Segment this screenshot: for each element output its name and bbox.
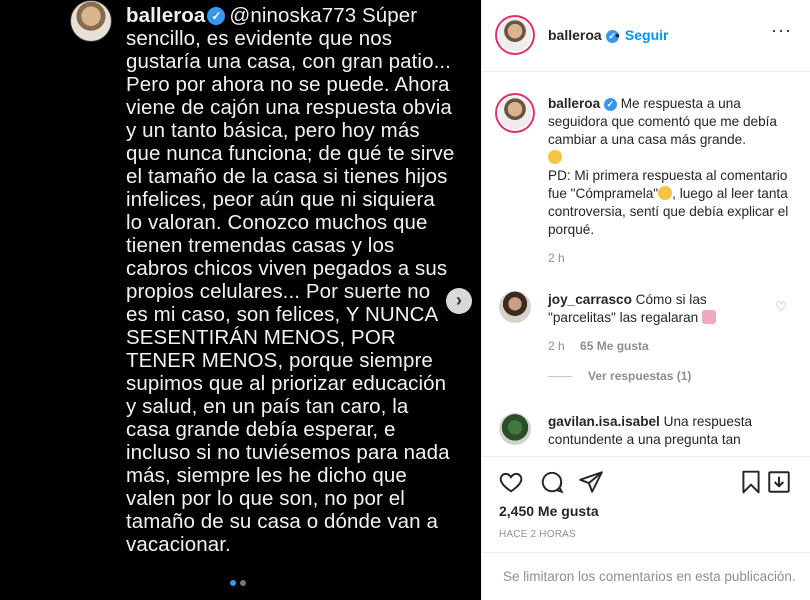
post-timestamp[interactable]: HACE 2 HORAS — [499, 529, 576, 540]
next-image-button[interactable]: › — [446, 288, 472, 314]
post-image[interactable]: balleroa ✓ @ninoska773 Súper sencillo, es … — [0, 0, 481, 600]
caption-time[interactable]: 2 h — [548, 251, 565, 265]
author-avatar[interactable] — [499, 19, 531, 51]
verified-badge-icon: ✓ — [207, 7, 226, 25]
comment-time[interactable]: 2 h — [548, 339, 565, 353]
commenter-avatar[interactable] — [499, 413, 531, 445]
view-replies-label[interactable]: Ver respuestas (1) — [588, 369, 691, 383]
commenter-avatar[interactable] — [499, 291, 531, 323]
more-options-icon[interactable]: ··· — [771, 20, 792, 41]
screenshot-body: @ninoska773 Súper sencillo, es evidente … — [126, 4, 455, 556]
caption-text: balleroa ✓ Me respuesta a una seguidora … — [548, 95, 799, 239]
post-sidebar: balleroa ✓ • Seguir ··· balleroa ✓ Me res… — [481, 0, 810, 600]
comments-limited-notice: Se limitaron los comentarios en esta pub… — [482, 552, 810, 600]
share-paper-plane-icon[interactable] — [578, 469, 604, 495]
comment-username[interactable]: joy_carrasco — [548, 292, 632, 307]
follow-area: • Seguir — [615, 27, 668, 43]
person-shrugging-emoji-icon — [701, 310, 716, 324]
follow-button[interactable]: Seguir — [625, 27, 669, 43]
post-header: balleroa ✓ • Seguir ··· — [482, 0, 810, 72]
comment-text: gavilan.isa.isabel Una respuesta contund… — [548, 413, 799, 449]
carousel-indicator — [230, 580, 246, 586]
thinking-face-emoji-icon — [548, 150, 562, 164]
separator-dot: • — [615, 27, 620, 43]
like-heart-icon[interactable] — [498, 469, 524, 495]
caption-avatar[interactable] — [499, 97, 531, 129]
save-bookmark-icon[interactable] — [738, 469, 764, 495]
caption-meta: 2 h — [548, 251, 799, 265]
action-bar — [482, 456, 810, 508]
grimacing-face-emoji-icon — [658, 186, 673, 200]
screenshot-comment: balleroa ✓ @ninoska773 Súper sencillo, es … — [70, 0, 465, 600]
caption: balleroa ✓ Me respuesta a una seguidora … — [499, 95, 799, 265]
carousel-dot-active — [230, 580, 236, 586]
like-comment-heart-icon[interactable]: ♡ — [775, 299, 787, 315]
avatar — [70, 0, 112, 42]
likes-count[interactable]: 2,450 Me gusta — [499, 503, 599, 519]
comment-likes[interactable]: 65 Me gusta — [580, 339, 649, 353]
comments-list[interactable]: balleroa ✓ Me respuesta a una seguidora … — [482, 73, 810, 463]
comment-item: joy_carrasco Cómo si las "parcelitas" la… — [499, 291, 799, 383]
comment-meta: 2 h 65 Me gusta — [548, 339, 799, 353]
replies-divider — [548, 375, 572, 377]
author-username[interactable]: balleroa ✓ — [548, 27, 619, 43]
author-username-text[interactable]: balleroa — [548, 27, 602, 43]
caption-username[interactable]: balleroa — [548, 96, 600, 111]
comment-bubble-icon[interactable] — [539, 469, 565, 495]
comment-username[interactable]: gavilan.isa.isabel — [548, 414, 660, 429]
download-icon[interactable] — [766, 469, 792, 495]
verified-badge-icon: ✓ — [603, 98, 617, 111]
comment-text: joy_carrasco Cómo si las "parcelitas" la… — [548, 291, 799, 327]
screenshot-username: balleroa — [126, 4, 206, 27]
carousel-dot — [240, 580, 246, 586]
comment-item: gavilan.isa.isabel Una respuesta contund… — [499, 413, 799, 449]
screenshot-comment-text: balleroa ✓ @ninoska773 Súper sencillo, es … — [126, 4, 456, 556]
view-replies-button[interactable]: Ver respuestas (1) — [548, 369, 799, 383]
